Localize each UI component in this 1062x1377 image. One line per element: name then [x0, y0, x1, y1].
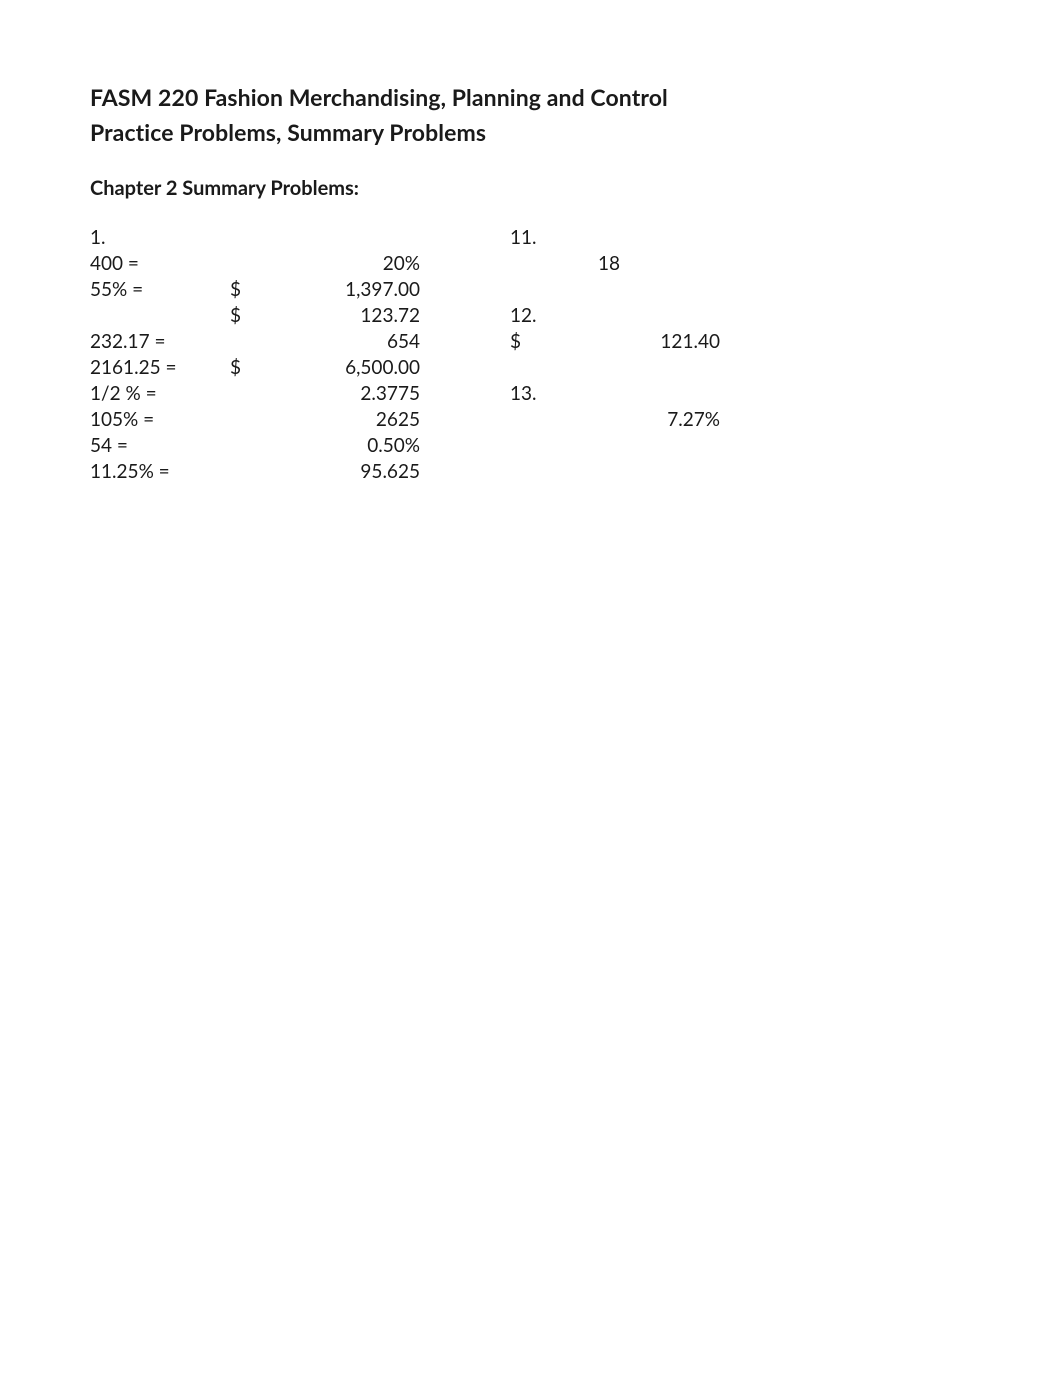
cell	[570, 302, 620, 328]
cell: 2625	[270, 406, 420, 432]
cell: 1/2 % =	[90, 380, 230, 406]
cell	[570, 458, 620, 484]
cell: 13.	[510, 380, 570, 406]
cell	[270, 224, 420, 250]
cell	[570, 406, 620, 432]
cell	[570, 328, 620, 354]
cell: 121.40	[620, 328, 720, 354]
cell	[620, 302, 720, 328]
cell: 2161.25 =	[90, 354, 230, 380]
cell	[510, 276, 570, 302]
table-row: $ 123.72 12.	[90, 302, 720, 328]
cell: $	[230, 354, 270, 380]
cell: 7.27%	[620, 406, 720, 432]
cell: 105% =	[90, 406, 230, 432]
cell	[620, 354, 720, 380]
cell: $	[230, 276, 270, 302]
cell	[230, 224, 270, 250]
cell: 654	[270, 328, 420, 354]
table-row: 1. 11.	[90, 224, 720, 250]
cell: 123.72	[270, 302, 420, 328]
cell: $	[230, 302, 270, 328]
cell	[570, 380, 620, 406]
cell: 54 =	[90, 432, 230, 458]
cell	[510, 406, 570, 432]
cell	[620, 432, 720, 458]
cell	[570, 276, 620, 302]
document-page: FASM 220 Fashion Merchandising, Planning…	[0, 0, 1062, 1377]
cell: 11.	[510, 224, 570, 250]
cell	[620, 224, 720, 250]
cell: $	[510, 328, 570, 354]
cell: 0.50%	[270, 432, 420, 458]
cell: 55% =	[90, 276, 230, 302]
cell: 1,397.00	[270, 276, 420, 302]
cell	[510, 250, 570, 276]
cell	[90, 302, 230, 328]
cell	[230, 250, 270, 276]
table-row: 232.17 = 654 $ 121.40	[90, 328, 720, 354]
cell: 232.17 =	[90, 328, 230, 354]
table-row: 400 = 20% 18	[90, 250, 720, 276]
cell	[620, 380, 720, 406]
problems-table: 1. 11. 400 = 20% 18 55% = $ 1,397.0	[90, 224, 720, 484]
table-row: 54 = 0.50%	[90, 432, 720, 458]
table-row: 105% = 2625 7.27%	[90, 406, 720, 432]
cell	[570, 432, 620, 458]
cell: 400 =	[90, 250, 230, 276]
cell: 6,500.00	[270, 354, 420, 380]
cell: 20%	[270, 250, 420, 276]
cell	[510, 458, 570, 484]
cell: 18	[570, 250, 620, 276]
table-row: 11.25% = 95.625	[90, 458, 720, 484]
cell	[570, 354, 620, 380]
cell: 12.	[510, 302, 570, 328]
cell	[620, 458, 720, 484]
document-subtitle: Practice Problems, Summary Problems	[90, 117, 972, 148]
table-row: 1/2 % = 2.3775 13.	[90, 380, 720, 406]
cell: 1.	[90, 224, 230, 250]
cell	[230, 432, 270, 458]
cell	[230, 380, 270, 406]
cell: 2.3775	[270, 380, 420, 406]
chapter-heading: Chapter 2 Summary Problems:	[90, 176, 972, 200]
cell: 95.625	[270, 458, 420, 484]
cell	[510, 354, 570, 380]
cell	[510, 432, 570, 458]
cell	[230, 328, 270, 354]
cell	[620, 250, 720, 276]
cell: 11.25% =	[90, 458, 230, 484]
table-row: 55% = $ 1,397.00	[90, 276, 720, 302]
cell	[620, 276, 720, 302]
table-row: 2161.25 = $ 6,500.00	[90, 354, 720, 380]
cell	[570, 224, 620, 250]
cell	[230, 458, 270, 484]
cell	[230, 406, 270, 432]
course-title: FASM 220 Fashion Merchandising, Planning…	[90, 82, 972, 113]
